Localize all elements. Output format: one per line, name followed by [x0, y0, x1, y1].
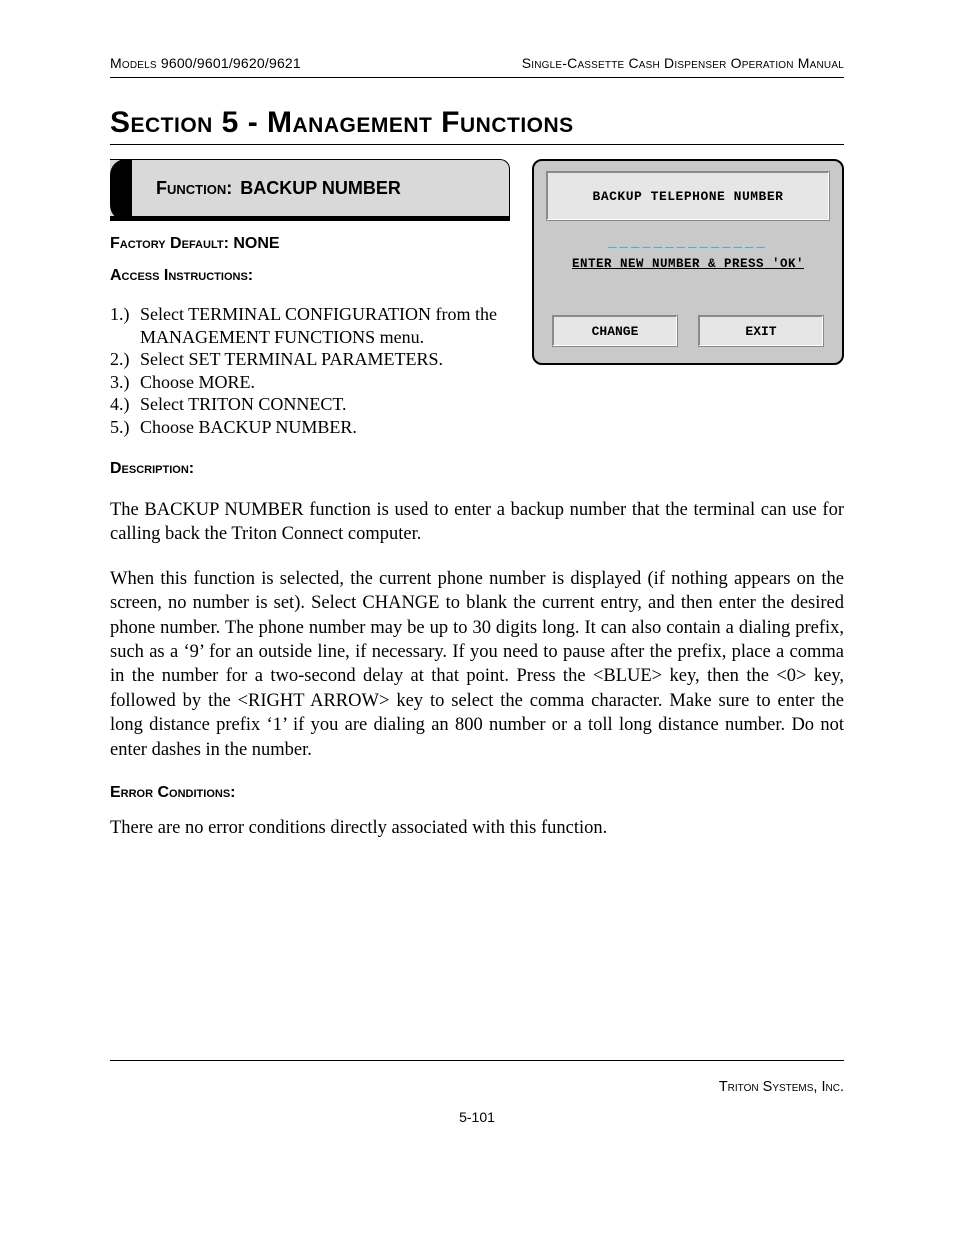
description-label: Description: — [110, 460, 844, 478]
exit-button[interactable]: EXIT — [698, 315, 824, 347]
running-head-right: Single-Cassette Cash Dispenser Operation… — [522, 55, 844, 71]
error-conditions-text: There are no error conditions directly a… — [110, 816, 844, 840]
screen-title-panel: BACKUP TELEPHONE NUMBER — [546, 171, 830, 221]
function-prefix: Function: — [156, 178, 232, 199]
footer-company: Triton Systems, Inc. — [719, 1079, 844, 1095]
left-column: Function: BACKUP NUMBER Factory Default:… — [110, 159, 510, 438]
description-paragraph-1: The BACKUP NUMBER function is used to en… — [110, 498, 844, 547]
screen-input-line[interactable]: ______________ — [546, 235, 830, 251]
factory-default-prefix: Factory Default: — [110, 235, 229, 252]
running-head: Models 9600/9601/9620/9621 Single-Casset… — [110, 55, 844, 78]
page: Models 9600/9601/9620/9621 Single-Casset… — [0, 0, 954, 1235]
running-head-left: Models 9600/9601/9620/9621 — [110, 55, 301, 71]
function-tab: Function: BACKUP NUMBER — [110, 159, 510, 221]
access-step: 3.)Choose MORE. — [110, 371, 510, 394]
access-step: 1.)Select TERMINAL CONFIGURATION from th… — [110, 303, 510, 348]
description-paragraph-2: When this function is selected, the curr… — [110, 567, 844, 762]
footer-rule — [110, 1060, 844, 1061]
screen-hint: ENTER NEW NUMBER & PRESS 'OK' — [546, 257, 830, 271]
screen-title: BACKUP TELEPHONE NUMBER — [593, 189, 784, 204]
access-steps: 1.)Select TERMINAL CONFIGURATION from th… — [110, 303, 510, 438]
factory-default-value: NONE — [233, 235, 279, 252]
access-step: 5.)Choose BACKUP NUMBER. — [110, 416, 510, 439]
section-title: Section 5 - Management Functions — [110, 106, 844, 145]
function-name: BACKUP NUMBER — [240, 178, 401, 199]
access-step: 2.)Select SET TERMINAL PARAMETERS. — [110, 348, 510, 371]
terminal-screen: BACKUP TELEPHONE NUMBER ______________ E… — [532, 159, 844, 365]
change-button[interactable]: CHANGE — [552, 315, 678, 347]
page-number: 5-101 — [110, 1109, 844, 1125]
error-conditions-label: Error Conditions: — [110, 784, 844, 802]
access-instructions-label: Access Instructions: — [110, 267, 510, 285]
access-step: 4.)Select TRITON CONNECT. — [110, 393, 510, 416]
factory-default-label: Factory Default: NONE — [110, 235, 510, 253]
